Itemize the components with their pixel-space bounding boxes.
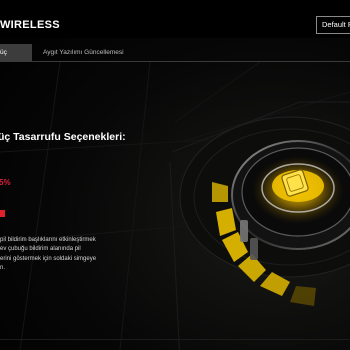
section-title: üç Tasarrufu Seçenekleri: (0, 131, 126, 143)
background-scene (0, 62, 350, 350)
battery-threshold-slider[interactable] (0, 210, 5, 217)
tab-power[interactable]: üç (0, 44, 32, 62)
description-line: n. (0, 265, 6, 272)
app-header: WIRELESS Default P (0, 0, 350, 38)
device-name: WIRELESS (0, 19, 60, 31)
mouse-dock-icon (179, 116, 350, 306)
description-line: erini göstermek için soldaki simgeye (0, 255, 97, 262)
tab-bar: üç Aygıt Yazılımı Güncellemesi (0, 44, 350, 62)
description-line: ev çubuğu bildirim alanında pil (0, 246, 81, 253)
description-line: pil bildirim başlıklarını etkinleştirmek (0, 237, 96, 243)
app-window: WIRELESS Default P üç Aygıt Yazılımı Gün… (0, 0, 350, 350)
battery-threshold-value: 5% (0, 178, 11, 187)
battery-notification-description: pil bildirim başlıklarını etkinleştirmek… (0, 236, 120, 274)
footer-divider (0, 339, 350, 340)
tab-firmware-update[interactable]: Aygıt Yazılımı Güncellemesi (43, 44, 124, 62)
profile-select-button[interactable]: Default P (316, 16, 350, 34)
